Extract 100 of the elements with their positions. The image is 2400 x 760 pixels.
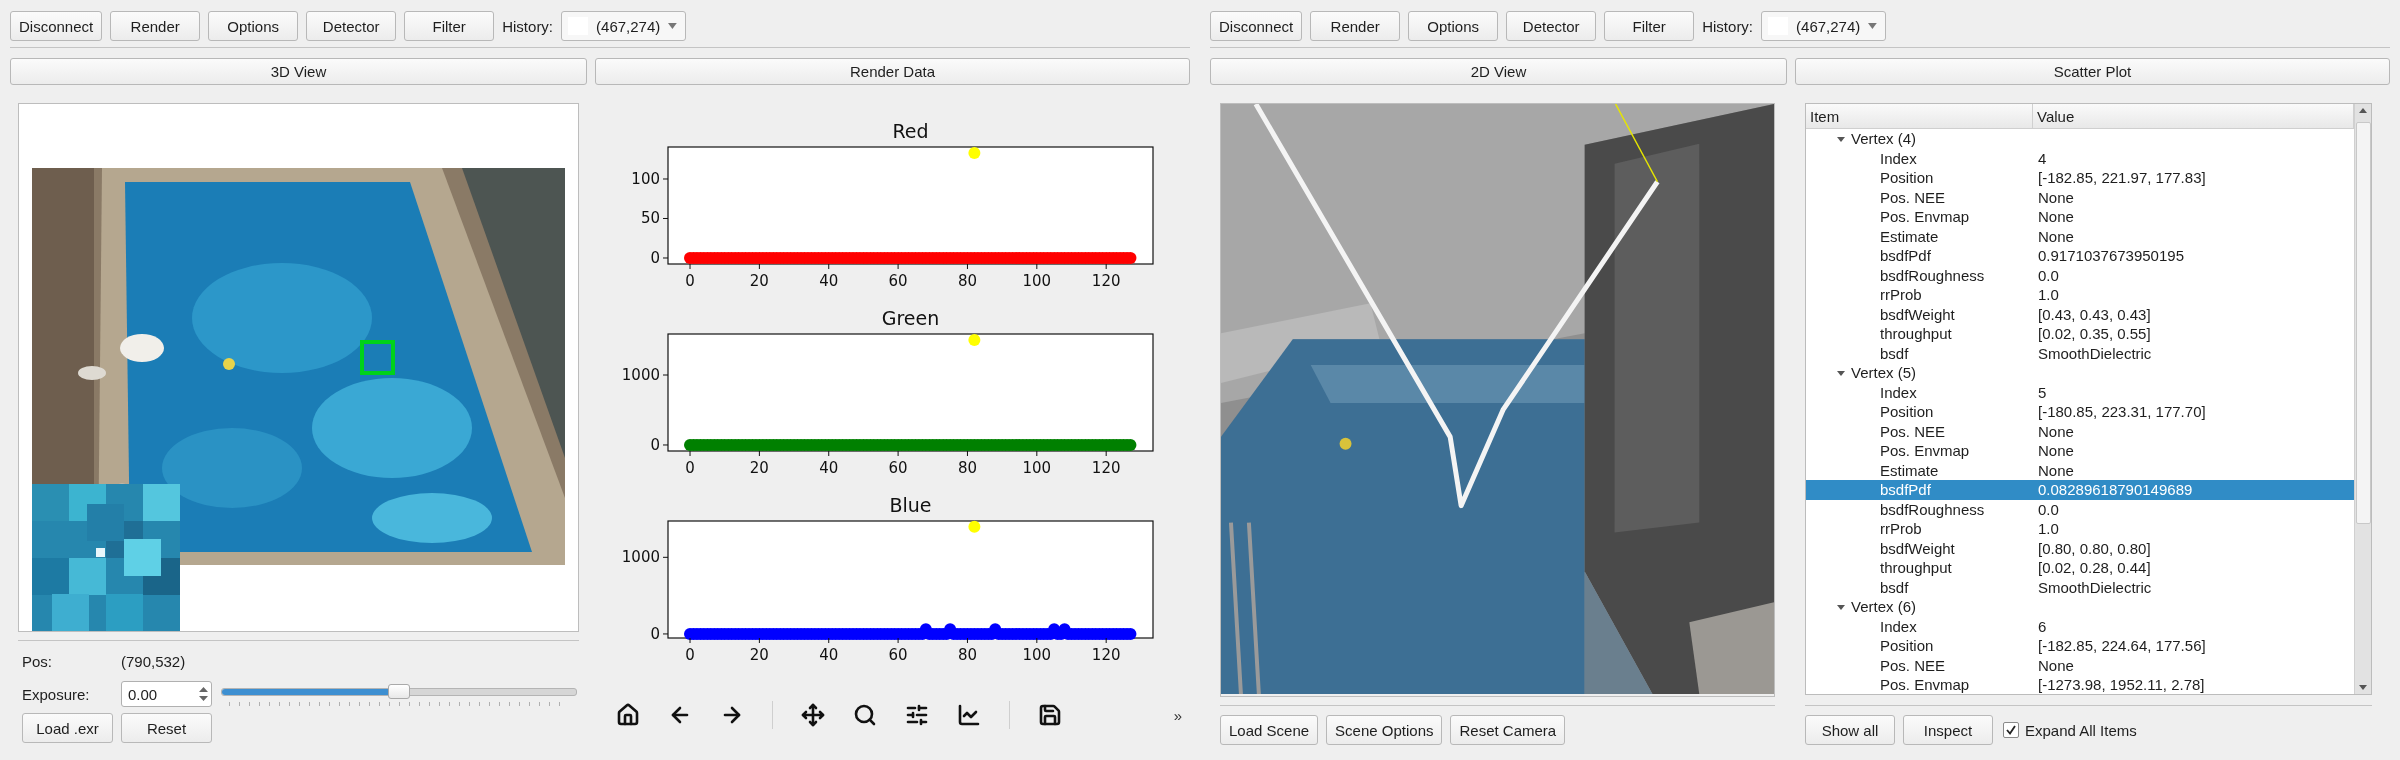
overflow-button[interactable]: »	[1169, 706, 1186, 724]
tree-cell: Vertex (6)	[1851, 598, 1917, 616]
tree-cell-text: 1.0	[2037, 286, 2059, 304]
tree-cell-text: 0.08289618790149689	[2037, 481, 2193, 499]
tick-label: 120	[1091, 459, 1121, 477]
action-button[interactable]: Load Scene	[1220, 715, 1319, 745]
tree-row[interactable]: rrProb 1.0	[1806, 519, 2354, 539]
history-dropdown[interactable]: (467,274)	[561, 11, 687, 41]
tree-row[interactable]: Vertex (6)	[1806, 597, 2354, 617]
tree-row[interactable]: bsdfRoughness 0.0	[1806, 265, 2354, 285]
tree-row[interactable]: Position [-180.85, 223.31, 177.70]	[1806, 402, 2354, 422]
tick-label: 0	[685, 646, 695, 664]
tree-row[interactable]: Index 5	[1806, 382, 2354, 402]
action-button[interactable]: Show all	[1805, 715, 1895, 745]
view-button[interactable]: 3D View	[10, 58, 587, 85]
tree-cell-text: None	[2037, 442, 2074, 460]
tree-cell: Vertex (5)	[1851, 364, 1917, 382]
action-button[interactable]: Reset Camera	[1450, 715, 1566, 745]
action-button[interactable]: Load .exr	[22, 713, 113, 743]
tick-label: 1000	[621, 366, 660, 384]
tree-cell: bsdfWeight	[1880, 305, 1955, 323]
tree-row[interactable]: throughput [0.02, 0.28, 0.44]	[1806, 558, 2354, 578]
toolbar-button[interactable]: Detector	[1506, 11, 1597, 41]
tick-label: 100	[631, 170, 660, 188]
tick-label: 0	[650, 436, 660, 454]
toolbar-button[interactable]: Filter	[1604, 11, 1695, 41]
toolbar-button[interactable]: Filter	[404, 11, 495, 41]
tree-cell: Position	[1880, 169, 1934, 187]
tree-cell: Pos. Envmap	[1880, 208, 1970, 226]
tree-cell-text: [0.80, 0.80, 0.80]	[2037, 539, 2151, 557]
tree-cell-text: 4	[2037, 149, 2047, 167]
tree-row[interactable]: bsdfWeight [0.43, 0.43, 0.43]	[1806, 304, 2354, 324]
tree-row[interactable]: Estimate None	[1806, 226, 2354, 246]
tree-row[interactable]: Estimate None	[1806, 460, 2354, 480]
toolbar-button[interactable]: Options	[208, 11, 299, 41]
tree-cell-text: 6	[2037, 617, 2047, 635]
tree-row[interactable]: bsdfWeight [0.80, 0.80, 0.80]	[1806, 538, 2354, 558]
tree-cell: bsdfRoughness	[1880, 500, 1985, 518]
tick-label: 20	[749, 646, 769, 664]
toolbar-button[interactable]: Options	[1408, 11, 1499, 41]
toolbar-button[interactable]: Detector	[306, 11, 397, 41]
tree-row[interactable]: bsdfPdf 0.08289618790149689	[1806, 480, 2354, 500]
tree-row[interactable]: Pos. NEE None	[1806, 655, 2354, 675]
pos-value: (790,532)	[121, 652, 187, 670]
tree-row[interactable]: bsdfRoughness 0.0	[1806, 499, 2354, 519]
tree-cell-text: None	[2037, 188, 2074, 206]
tree-cell: Pos. Envmap	[1880, 676, 1970, 694]
tick-label: 0	[650, 249, 660, 267]
tick-label: 100	[1022, 459, 1052, 477]
tree-cell: bsdfRoughness	[1880, 266, 1985, 284]
tree-row[interactable]: bsdf SmoothDielectric	[1806, 577, 2354, 597]
tree-row[interactable]: Index 6	[1806, 616, 2354, 636]
tree-cell-text: None	[2037, 227, 2074, 245]
history-label: History:	[1702, 17, 1754, 35]
tick-label: 40	[819, 272, 839, 290]
view-button[interactable]: Render Data	[595, 58, 1190, 85]
tree-row[interactable]: bsdfPdf 0.9171037673950195	[1806, 246, 2354, 266]
tree-cell-text: None	[2037, 422, 2074, 440]
tree-row[interactable]: Pos. NEE None	[1806, 421, 2354, 441]
tree-row[interactable]: Index 4	[1806, 148, 2354, 168]
tick-label: 0	[685, 459, 695, 477]
tree-cell-text: 0.0	[2037, 266, 2059, 284]
tree-cell: Position	[1880, 637, 1934, 655]
tree-row[interactable]: Position [-182.85, 221.97, 177.83]	[1806, 168, 2354, 188]
tree-cell-text: None	[2037, 656, 2074, 674]
toolbar-button[interactable]: Disconnect	[10, 11, 103, 41]
exposure-spinbox[interactable]: 0.00	[121, 681, 212, 707]
tick-label: 120	[1091, 646, 1121, 664]
tree-row[interactable]: rrProb 1.0	[1806, 285, 2354, 305]
chart-title: Blue	[889, 494, 932, 516]
tree-row[interactable]: Vertex (5)	[1806, 363, 2354, 383]
tree-cell-text: None	[2037, 461, 2074, 479]
tree-cell: bsdfPdf	[1880, 247, 1931, 265]
view-button[interactable]: 2D View	[1210, 58, 1787, 85]
toolbar-button[interactable]: Render	[110, 11, 201, 41]
tree-row[interactable]: Pos. Envmap None	[1806, 207, 2354, 227]
tree-row[interactable]: Pos. Envmap [-1273.98, 1952.11, 2.78]	[1806, 675, 2354, 694]
toolbar-button[interactable]: Disconnect	[1210, 11, 1303, 41]
toolbar-button[interactable]: Render	[1310, 11, 1401, 41]
history-dropdown[interactable]: (467,274)	[1761, 11, 1887, 41]
tree-row[interactable]: bsdf SmoothDielectric	[1806, 343, 2354, 363]
tree-cell: Position	[1880, 403, 1934, 421]
tree-cell: Pos. Envmap	[1880, 442, 1970, 460]
column-header[interactable]: Item	[1806, 104, 2033, 128]
tree-cell: bsdfPdf	[1880, 481, 1931, 499]
checkbox-label[interactable]: Expand All Items	[2025, 721, 2137, 739]
tick-label: 80	[957, 459, 977, 477]
tree-row[interactable]: Vertex (4)	[1806, 129, 2354, 149]
action-button[interactable]: Reset	[121, 713, 212, 743]
tree-row[interactable]: Position [-182.85, 224.64, 177.56]	[1806, 636, 2354, 656]
action-button[interactable]: Scene Options	[1326, 715, 1443, 745]
tree-row[interactable]: Pos. Envmap None	[1806, 441, 2354, 461]
tree-cell-text: 1.0	[2037, 520, 2059, 538]
view-button[interactable]: Scatter Plot	[1795, 58, 2390, 85]
tick-label: 80	[957, 272, 977, 290]
tree-cell: rrProb	[1880, 520, 1922, 538]
action-button[interactable]: Inspect	[1903, 715, 1993, 745]
tree-row[interactable]: throughput [0.02, 0.35, 0.55]	[1806, 324, 2354, 344]
tree-row[interactable]: Pos. NEE None	[1806, 187, 2354, 207]
chart-title: Green	[881, 307, 940, 329]
